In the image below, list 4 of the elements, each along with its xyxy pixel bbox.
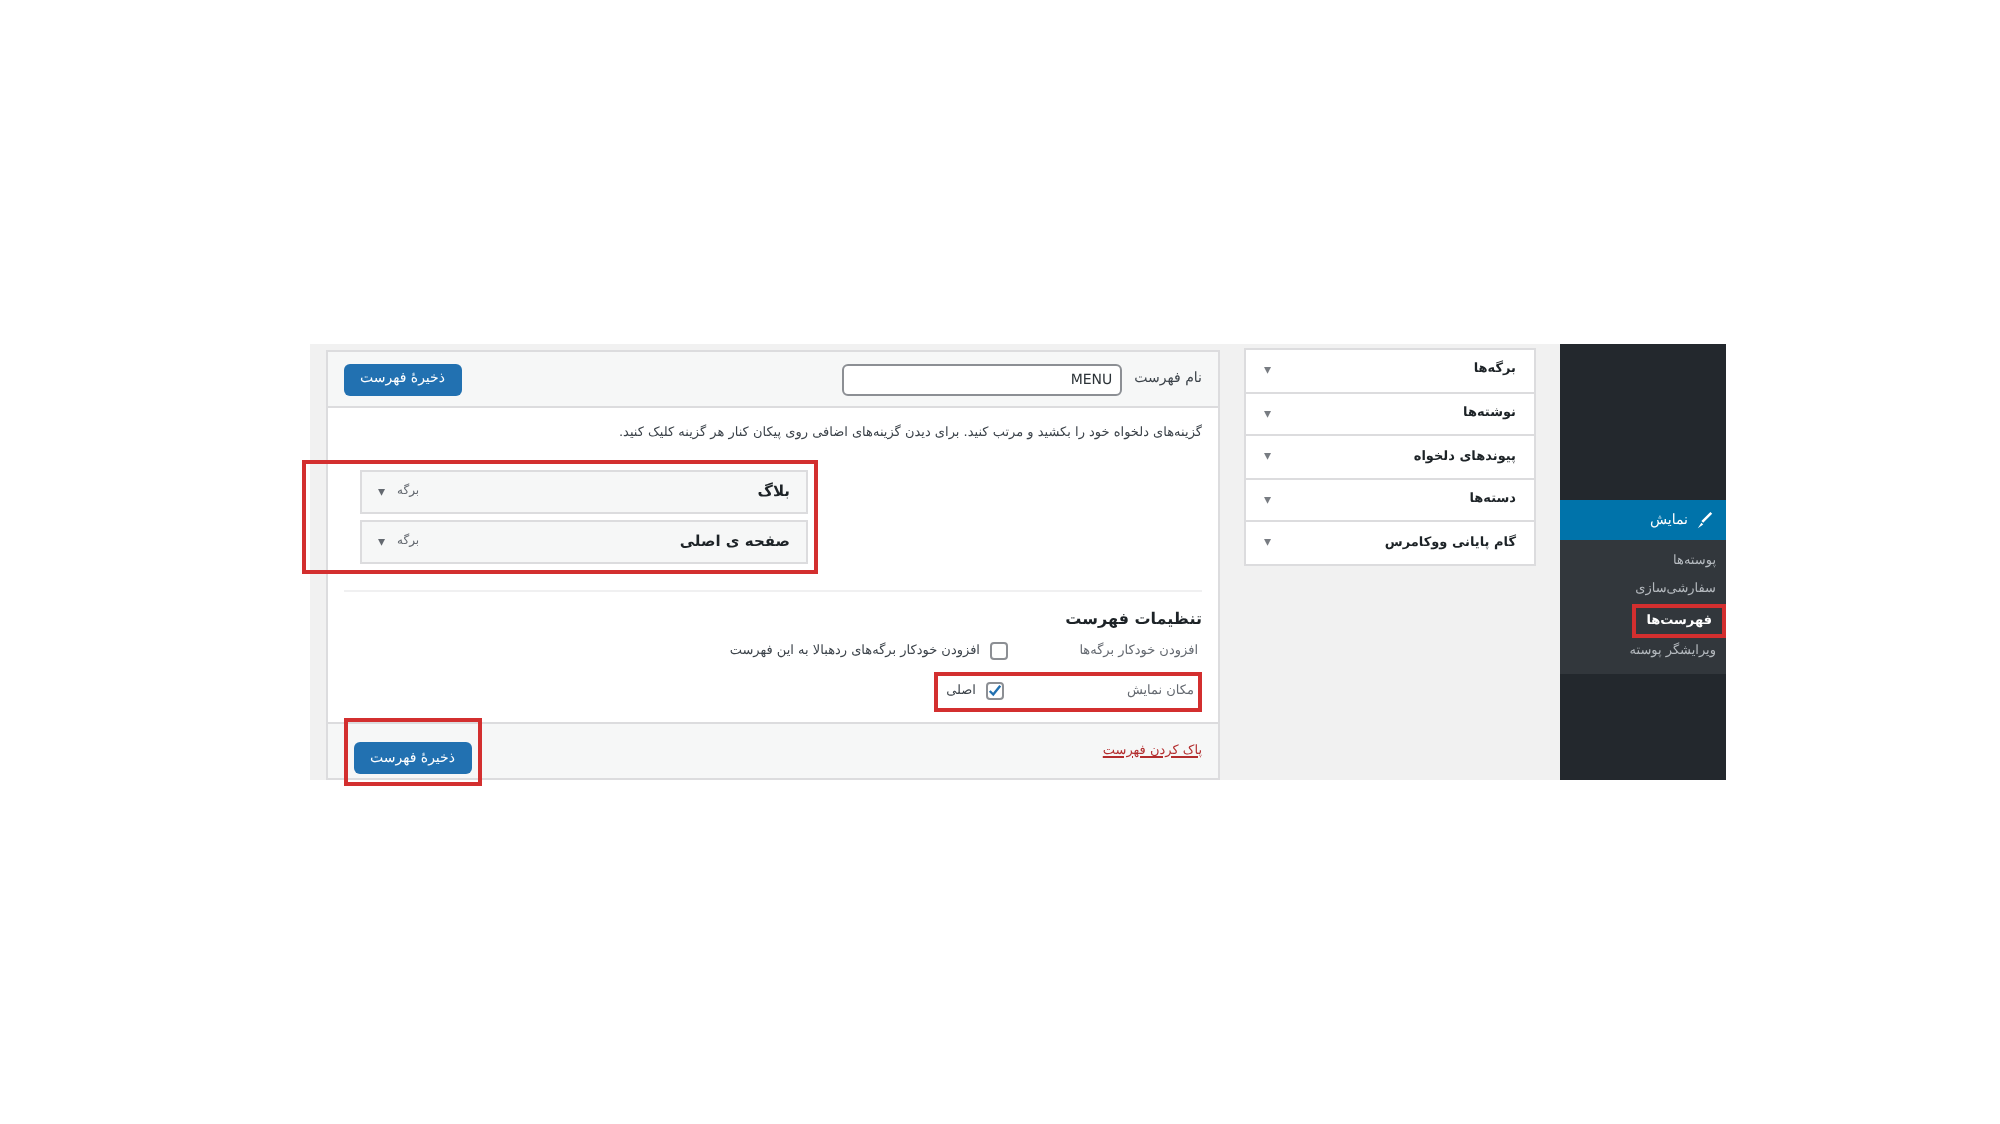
- checkbox[interactable]: [990, 642, 1008, 661]
- brush-icon: [1696, 511, 1714, 529]
- settings-heading: تنظیمات فهرست: [1063, 607, 1202, 632]
- checkbox[interactable]: [986, 682, 1004, 701]
